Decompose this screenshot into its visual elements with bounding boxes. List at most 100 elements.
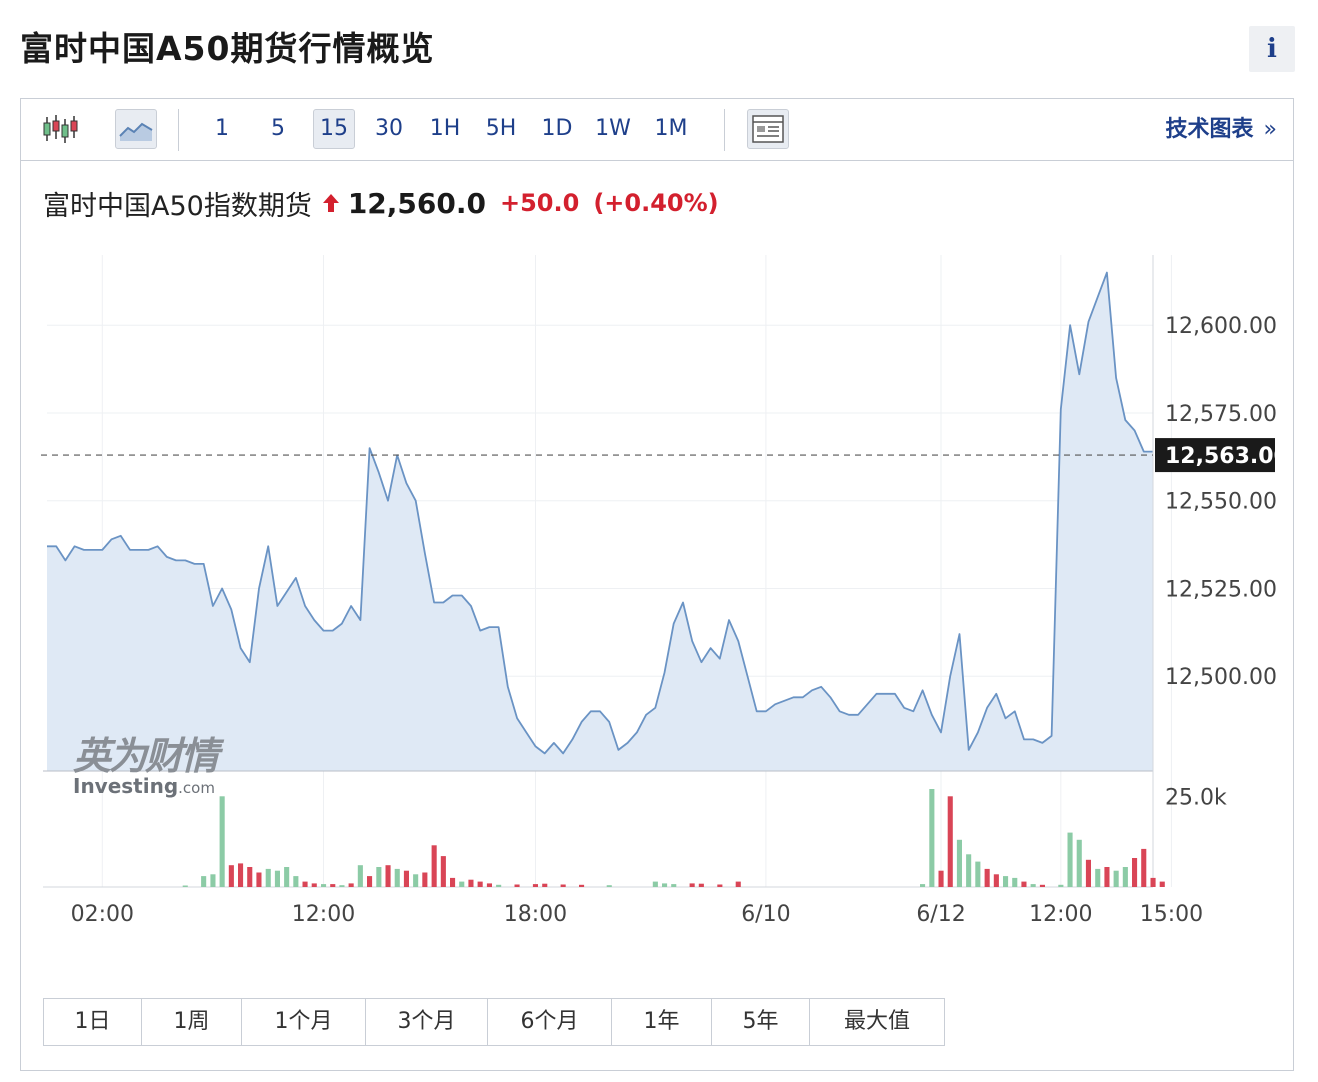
volume-bar [265, 868, 271, 887]
volume-bar [671, 884, 677, 887]
volume-bar [385, 865, 391, 887]
volume-tick-label: 25.0k [1165, 785, 1227, 810]
chart-widget: 1 5 15 30 1H 5H 1D 1W 1M 技术图表» 富时中国A50指数… [20, 98, 1294, 1071]
volume-bar [1012, 877, 1018, 887]
range-5y[interactable]: 5年 [712, 999, 810, 1045]
volume-bar [938, 870, 944, 887]
volume-bar [606, 885, 612, 887]
volume-bar [975, 861, 981, 887]
volume-bar [311, 883, 317, 887]
volume-bar [532, 884, 538, 887]
volume-bar [1159, 881, 1165, 887]
range-6m[interactable]: 6个月 [488, 999, 612, 1045]
volume-bar [1003, 876, 1009, 887]
volume-bar [477, 881, 483, 887]
volume-bar [920, 884, 926, 887]
volume-bar [560, 884, 566, 887]
volume-bar [1039, 884, 1045, 887]
volume-bar [394, 868, 400, 887]
time-tick-label: 6/12 [916, 902, 965, 927]
volume-bar [422, 872, 428, 887]
volume-bar [1030, 884, 1036, 887]
volume-bar [302, 881, 308, 887]
volume-bar [1085, 859, 1091, 887]
price-area [47, 272, 1153, 771]
time-tick-label: 02:00 [71, 902, 134, 927]
volume-bar [348, 883, 354, 887]
volume-bar [1113, 870, 1119, 887]
volume-bar [1067, 832, 1073, 887]
page-title: 富时中国A50期货行情概览 [20, 29, 435, 68]
range-1y[interactable]: 1年 [612, 999, 712, 1045]
volume-bar [339, 885, 345, 887]
volume-bar [542, 883, 548, 887]
volume-bar [440, 856, 446, 887]
volume-bar [966, 854, 972, 887]
range-1w[interactable]: 1周 [142, 999, 242, 1045]
volume-bar [514, 884, 520, 887]
volume-bar [1150, 877, 1156, 887]
time-tick-label: 18:00 [504, 902, 567, 927]
volume-bar [274, 870, 280, 887]
time-tick-label: 12:00 [292, 902, 355, 927]
volume-bar [1132, 858, 1138, 887]
volume-bar [256, 872, 262, 887]
price-tick-label: 12,575.00 [1165, 402, 1277, 427]
volume-bar [403, 870, 409, 887]
volume-bar [662, 883, 668, 887]
volume-bar [579, 884, 585, 887]
volume-bar [735, 881, 741, 887]
volume-bar [468, 879, 474, 887]
price-chart[interactable]: 12,500.00 12,525.00 12,550.00 12,575.00 12,6… [21, 99, 1293, 999]
volume-bar [293, 876, 299, 887]
volume-bar [652, 881, 658, 887]
volume-bar [929, 789, 935, 887]
volume-bar [1141, 848, 1147, 887]
info-icon: i [1267, 34, 1277, 64]
volume-bar [459, 881, 465, 887]
range-max[interactable]: 最大值 [810, 999, 944, 1045]
volume-bar [357, 865, 363, 887]
volume-bar [984, 868, 990, 887]
volume-bar [717, 884, 723, 887]
volume-bar [993, 874, 999, 887]
volume-bar [321, 884, 327, 887]
range-1m[interactable]: 1个月 [242, 999, 366, 1045]
volume-bar [956, 839, 962, 887]
volume-bar [698, 883, 704, 887]
price-tick-label: 12,500.00 [1165, 665, 1277, 690]
volume-bar [1076, 839, 1082, 887]
volume-bar [219, 796, 225, 887]
time-tick-label: 6/10 [741, 902, 790, 927]
price-tick-label: 12,525.00 [1165, 577, 1277, 602]
volume-bar [210, 874, 216, 887]
volume-bar [367, 876, 373, 887]
price-tick-label: 12,600.00 [1165, 314, 1277, 339]
volume-bar [1104, 867, 1110, 887]
price-tick-label: 12,550.00 [1165, 490, 1277, 515]
volume-bar [330, 884, 336, 887]
volume-bar [947, 796, 953, 887]
volume-bar [486, 883, 492, 887]
volume-bar [450, 877, 456, 887]
volume-bar [284, 867, 290, 887]
volume-bar [413, 874, 419, 887]
volume-bar [1021, 881, 1027, 887]
time-tick-label: 12:00 [1029, 902, 1092, 927]
volume-bar [1095, 868, 1101, 887]
range-3m[interactable]: 3个月 [366, 999, 488, 1045]
info-button[interactable]: i [1249, 26, 1295, 72]
current-price-label: 12,563.00 [1165, 444, 1289, 469]
volume-bar [431, 845, 437, 887]
range-selector: 1日 1周 1个月 3个月 6个月 1年 5年 最大值 [43, 998, 945, 1046]
time-tick-label: 15:00 [1140, 902, 1203, 927]
investing-logo: 英为财情 Investing.com [73, 734, 219, 798]
volume-bar [496, 884, 502, 887]
volume-bar [376, 867, 382, 887]
volume-bar [182, 885, 188, 887]
volume-bar [228, 865, 234, 887]
range-1d[interactable]: 1日 [44, 999, 142, 1045]
volume-bar [238, 863, 244, 887]
volume-bar [1058, 884, 1064, 887]
volume-bar [689, 883, 695, 887]
